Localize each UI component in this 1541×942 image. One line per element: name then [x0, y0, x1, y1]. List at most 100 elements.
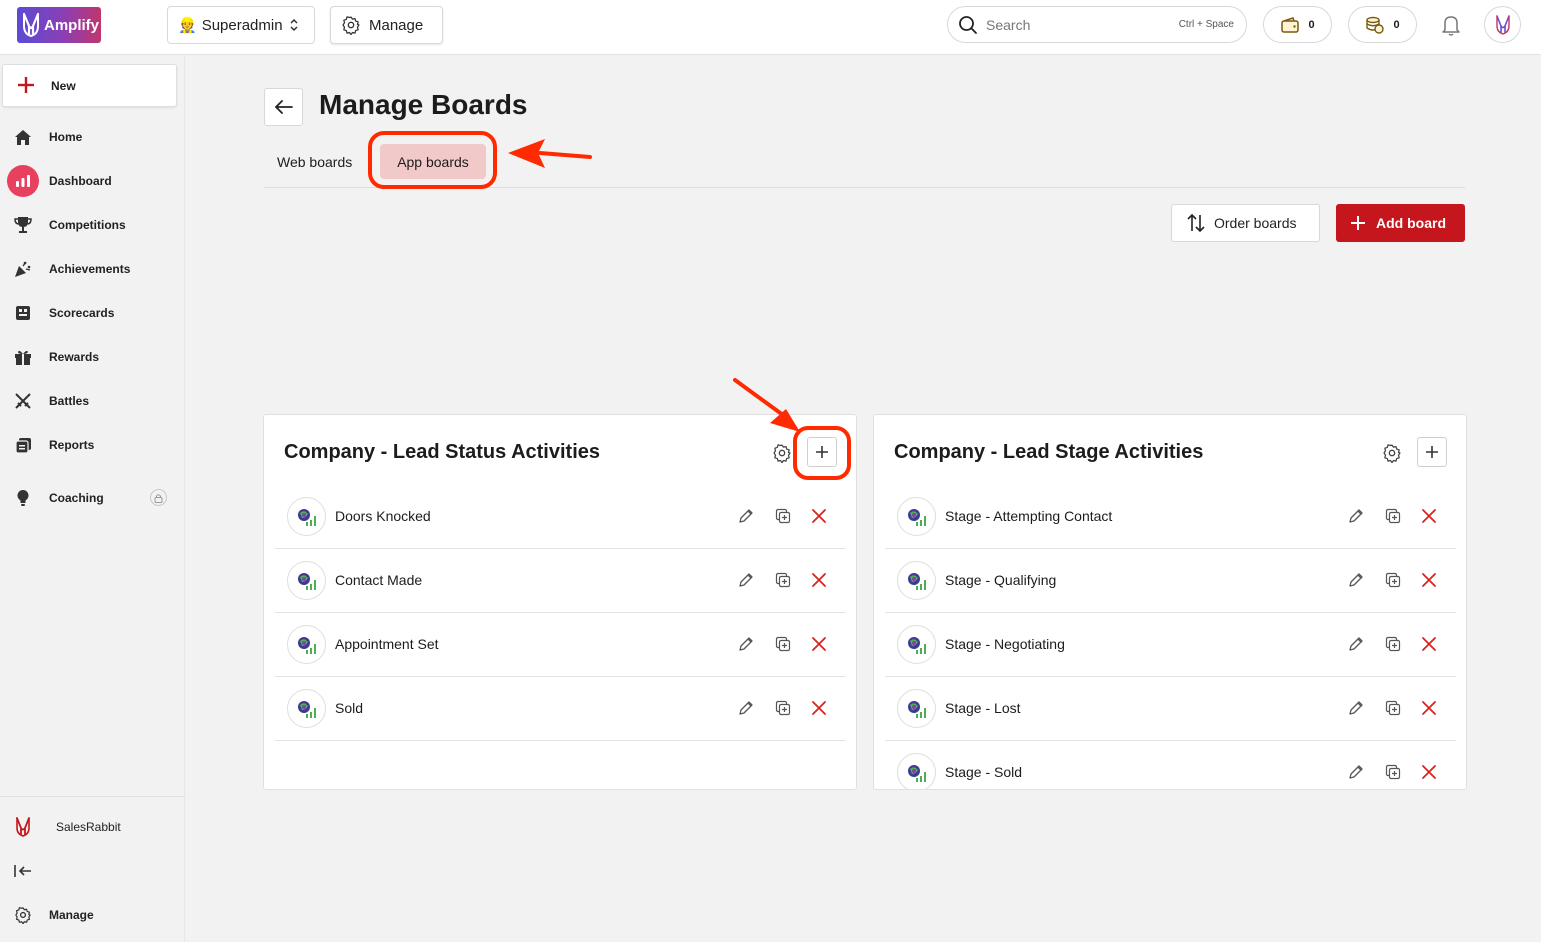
pencil-icon[interactable]	[1347, 635, 1365, 653]
delete-x-icon[interactable]	[810, 507, 828, 525]
delete-x-icon[interactable]	[1420, 635, 1438, 653]
sidebar-item-dashboard[interactable]: Dashboard	[0, 161, 185, 201]
board-item-name: Stage - Negotiating	[945, 636, 1065, 652]
delete-x-icon[interactable]	[1420, 699, 1438, 717]
duplicate-icon[interactable]	[1384, 571, 1402, 589]
search-placeholder: Search	[986, 16, 1031, 33]
arrow-left-icon	[274, 100, 293, 114]
gear-icon[interactable]	[1382, 443, 1402, 463]
sidebar-company[interactable]: SalesRabbit	[0, 807, 185, 847]
tab-app-boards[interactable]: App boards	[380, 144, 486, 179]
profile-avatar[interactable]	[1484, 6, 1521, 43]
delete-x-icon[interactable]	[810, 635, 828, 653]
wallet-icon	[1281, 16, 1300, 33]
leaderboard-thumbnail-icon	[897, 625, 936, 664]
add-board-label: Add board	[1376, 215, 1446, 231]
board-item-name: Appointment Set	[335, 636, 439, 652]
board-item-name: Stage - Lost	[945, 700, 1021, 716]
rabbit-logo-icon	[22, 12, 40, 38]
sidebar-item-battles[interactable]: Battles	[0, 381, 185, 421]
plus-icon	[1351, 216, 1365, 230]
duplicate-icon[interactable]	[1384, 635, 1402, 653]
sidebar-item-rewards[interactable]: Rewards	[0, 337, 185, 377]
pencil-icon[interactable]	[1347, 763, 1365, 781]
new-button[interactable]: New	[2, 64, 177, 107]
board-title: Company - Lead Status Activities	[284, 441, 600, 463]
user-switcher[interactable]: 👷 Superadmin	[167, 6, 315, 44]
order-boards-button[interactable]: Order boards	[1171, 204, 1320, 242]
board-item-row[interactable]: Stage - Attempting Contact	[885, 485, 1456, 549]
coins-button[interactable]: 0	[1348, 6, 1417, 43]
sort-arrows-icon	[1187, 213, 1205, 233]
add-item-button[interactable]	[1417, 437, 1447, 467]
board-item-row[interactable]: Sold	[275, 677, 846, 741]
leaderboard-thumbnail-icon	[287, 497, 326, 536]
board-item-row[interactable]: Appointment Set	[275, 613, 846, 677]
collapse-sidebar-button[interactable]	[0, 851, 185, 891]
delete-x-icon[interactable]	[1420, 571, 1438, 589]
leaderboard-thumbnail-icon	[287, 689, 326, 728]
sidebar-item-label: Coaching	[49, 491, 104, 505]
sidebar-manage[interactable]: Manage	[0, 895, 185, 935]
manage-label: Manage	[49, 908, 94, 922]
search-icon	[959, 15, 977, 34]
board-item-row[interactable]: Stage - Lost	[885, 677, 1456, 741]
pencil-icon[interactable]	[737, 507, 755, 525]
board-item-row[interactable]: Stage - Sold	[885, 741, 1456, 789]
tab-web-boards[interactable]: Web boards	[277, 144, 352, 179]
duplicate-icon[interactable]	[774, 635, 792, 653]
search-input[interactable]: Search Ctrl + Space	[947, 6, 1247, 43]
leaderboard-thumbnail-icon	[287, 625, 326, 664]
pencil-icon[interactable]	[1347, 571, 1365, 589]
delete-x-icon[interactable]	[810, 699, 828, 717]
sidebar-item-scorecards[interactable]: Scorecards	[0, 293, 185, 333]
sidebar-item-coaching[interactable]: Coaching	[0, 478, 185, 518]
duplicate-icon[interactable]	[1384, 763, 1402, 781]
board-title: Company - Lead Stage Activities	[894, 441, 1204, 463]
search-shortcut: Ctrl + Space	[1178, 19, 1234, 30]
sidebar-item-label: Reports	[49, 438, 95, 452]
add-item-button[interactable]	[807, 437, 837, 467]
board-item-name: Contact Made	[335, 572, 423, 588]
sidebar-item-label: Battles	[49, 394, 90, 408]
sidebar-item-home[interactable]: Home	[0, 117, 185, 157]
salesrabbit-logo-icon	[12, 817, 34, 837]
reports-icon	[12, 435, 34, 455]
board-item-row[interactable]: Stage - Qualifying	[885, 549, 1456, 613]
sidebar-item-competitions[interactable]: Competitions	[0, 205, 185, 245]
sidebar-item-label: Dashboard	[49, 174, 112, 188]
board-item-row[interactable]: Doors Knocked	[275, 485, 846, 549]
duplicate-icon[interactable]	[1384, 699, 1402, 717]
duplicate-icon[interactable]	[774, 571, 792, 589]
bulb-icon	[12, 488, 34, 508]
wallet-button[interactable]: 0	[1263, 6, 1332, 43]
board-item-row[interactable]: Contact Made	[275, 549, 846, 613]
board-item-name: Stage - Attempting Contact	[945, 508, 1113, 524]
pencil-icon[interactable]	[737, 699, 755, 717]
leaderboard-thumbnail-icon	[897, 689, 936, 728]
duplicate-icon[interactable]	[774, 699, 792, 717]
party-icon	[12, 259, 34, 279]
gear-icon[interactable]	[772, 443, 792, 463]
logo-text: Amplify	[44, 16, 100, 34]
duplicate-icon[interactable]	[774, 507, 792, 525]
bell-icon[interactable]	[1440, 13, 1462, 37]
add-board-button[interactable]: Add board	[1336, 204, 1465, 242]
pencil-icon[interactable]	[737, 635, 755, 653]
wallet-count: 0	[1308, 18, 1315, 31]
pencil-icon[interactable]	[737, 571, 755, 589]
pencil-icon[interactable]	[1347, 699, 1365, 717]
sidebar-item-label: Competitions	[49, 218, 126, 232]
pencil-icon[interactable]	[1347, 507, 1365, 525]
sidebar-item-reports[interactable]: Reports	[0, 425, 185, 465]
delete-x-icon[interactable]	[1420, 507, 1438, 525]
sidebar-item-achievements[interactable]: Achievements	[0, 249, 185, 289]
back-button[interactable]	[264, 88, 303, 126]
scorecard-icon	[12, 303, 34, 323]
amplify-logo[interactable]: Amplify	[17, 7, 101, 43]
manage-button[interactable]: Manage	[330, 6, 443, 44]
delete-x-icon[interactable]	[1420, 763, 1438, 781]
duplicate-icon[interactable]	[1384, 507, 1402, 525]
delete-x-icon[interactable]	[810, 571, 828, 589]
board-item-row[interactable]: Stage - Negotiating	[885, 613, 1456, 677]
